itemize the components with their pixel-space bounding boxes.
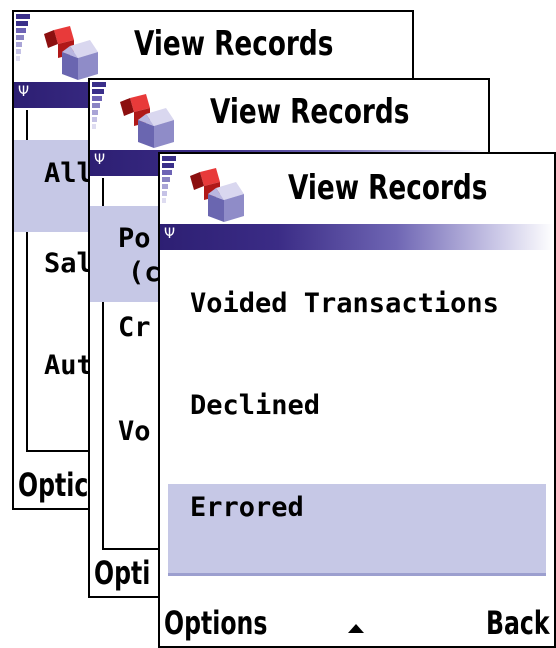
list-item-label: Cr xyxy=(118,312,151,343)
page-title: View Records xyxy=(210,92,410,132)
list-item[interactable]: Declined xyxy=(168,390,546,450)
screen-front: View Records Ψ Voided Transactions Decli… xyxy=(158,152,556,648)
options-softkey[interactable]: Options xyxy=(164,604,267,642)
list-item-label: Vo xyxy=(118,416,151,447)
list-item-label: Voided Transactions xyxy=(190,288,499,319)
antenna-icon: Ψ xyxy=(164,226,176,242)
list-item[interactable]: Voided Transactions xyxy=(168,288,546,348)
options-softkey[interactable]: Opti xyxy=(94,554,150,592)
page-title: View Records xyxy=(288,168,488,208)
list-item-label: Errored xyxy=(190,492,304,523)
list-item-label: Sal xyxy=(44,248,93,279)
antenna-icon: Ψ xyxy=(94,152,106,168)
page-title: View Records xyxy=(134,24,334,64)
title-band xyxy=(160,224,554,250)
records-cubes-icon xyxy=(190,168,244,222)
antenna-icon: Ψ xyxy=(18,84,30,100)
list-item-selected[interactable]: Errored xyxy=(168,484,546,576)
up-arrow-icon[interactable] xyxy=(348,624,364,633)
list-item-label: Aut xyxy=(44,350,93,381)
softkey-bar: Options Back xyxy=(160,602,554,646)
signal-strength-icon xyxy=(162,156,176,205)
list-item-label: Declined xyxy=(190,390,321,421)
list: Voided Transactions Declined Errored xyxy=(160,252,554,608)
records-cubes-icon xyxy=(120,94,174,148)
signal-strength-icon xyxy=(16,14,30,63)
list-item-label: All xyxy=(44,158,93,189)
back-softkey[interactable]: Back xyxy=(486,604,550,642)
records-cubes-icon xyxy=(44,26,98,80)
list-item-label: Po xyxy=(118,223,151,254)
options-softkey[interactable]: Optic xyxy=(18,466,88,504)
signal-strength-icon xyxy=(92,82,106,131)
list-item-label: (c xyxy=(128,257,161,288)
